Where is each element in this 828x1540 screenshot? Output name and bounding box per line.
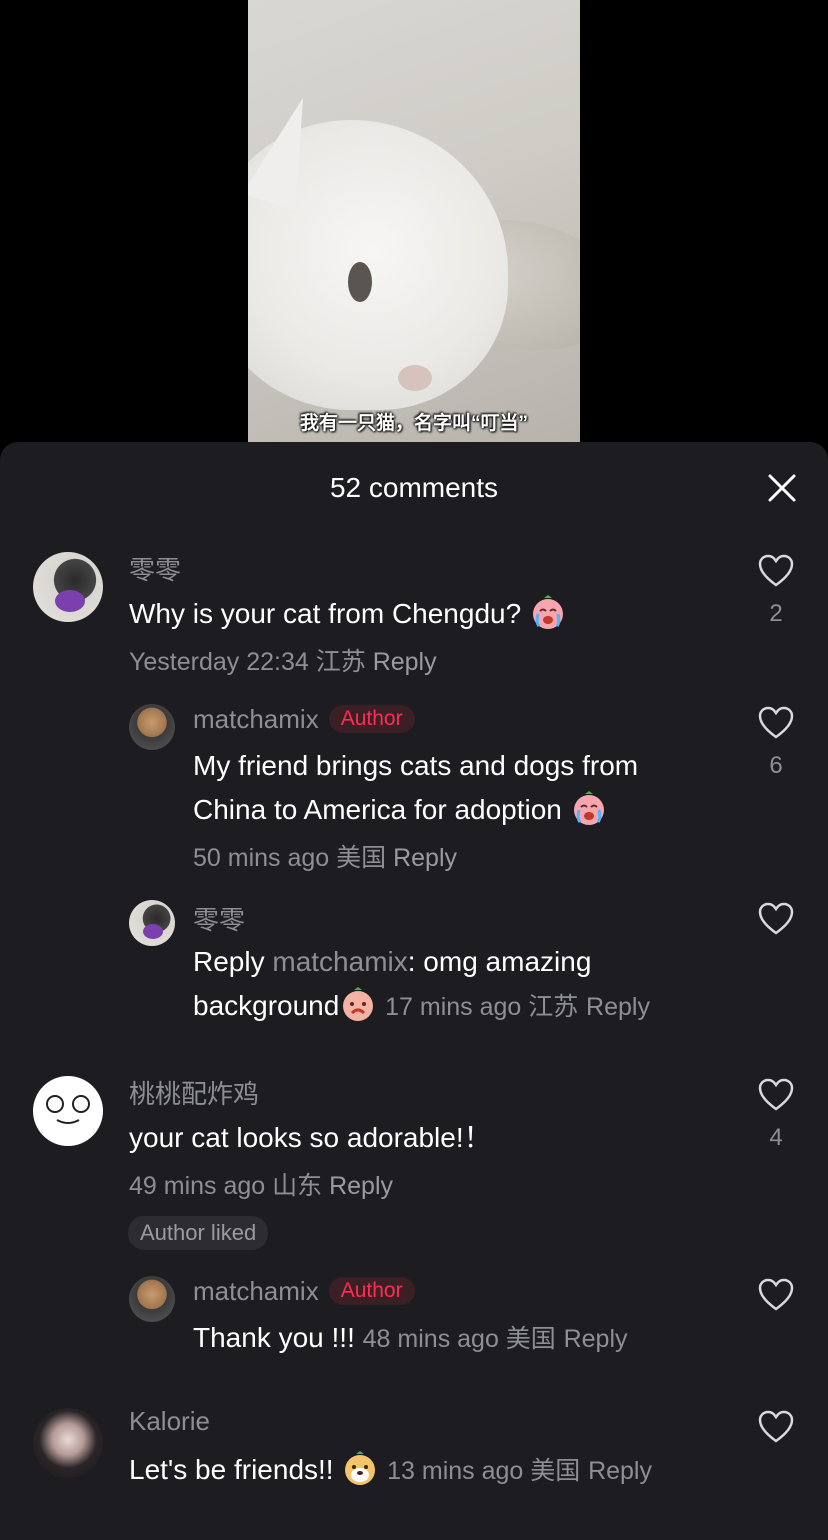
avatar-detail bbox=[143, 924, 163, 939]
comment-timestamp: Yesterday 22:34 江苏 bbox=[129, 648, 366, 676]
reply-text-line: My friend brings cats and dogs from bbox=[193, 750, 639, 781]
comment-timestamp: 49 mins ago 山东 bbox=[129, 1172, 323, 1200]
crying-face-emoji bbox=[532, 595, 563, 629]
like-count: 6 bbox=[769, 752, 783, 779]
reply-button[interactable]: Reply bbox=[393, 844, 457, 872]
avatar[interactable] bbox=[33, 552, 103, 622]
comment-text: your cat looks so adorable!！ bbox=[129, 1122, 492, 1153]
reply-timestamp: 17 mins ago 江苏 bbox=[385, 993, 579, 1021]
comment-meta: 49 mins ago 山东 Reply bbox=[129, 1166, 393, 1202]
reply-timestamp: 48 mins ago 美国 bbox=[362, 1325, 556, 1353]
avatar-detail bbox=[55, 590, 85, 612]
heart-outline-icon[interactable] bbox=[758, 902, 794, 936]
reply-username-text[interactable]: matchamix bbox=[193, 704, 319, 734]
author-liked-tag: Author liked bbox=[128, 1216, 269, 1250]
crying-face-emoji bbox=[573, 791, 604, 825]
reply-username: matchamix Author bbox=[193, 704, 415, 735]
avatar[interactable] bbox=[33, 1408, 103, 1478]
reply-text-body: : omg amazing bbox=[407, 946, 592, 977]
reply-timestamp: 50 mins ago 美国 bbox=[193, 844, 387, 872]
avatar-face bbox=[46, 1095, 90, 1124]
reply-text-body: Thank you !!! bbox=[193, 1322, 355, 1353]
avatar[interactable] bbox=[129, 1276, 175, 1322]
reply-button[interactable]: Reply bbox=[588, 1457, 652, 1485]
reply-text-line-body: background bbox=[193, 990, 340, 1021]
heart-outline-icon[interactable] bbox=[758, 554, 794, 588]
avatar[interactable] bbox=[129, 704, 175, 750]
reply-text: My friend brings cats and dogs from Chin… bbox=[193, 744, 638, 832]
comment-text: Let's be friends!! 13 mins ago 美国 Reply bbox=[129, 1448, 652, 1493]
heart-outline-icon[interactable] bbox=[758, 706, 794, 740]
comment-meta: Yesterday 22:34 江苏 Reply bbox=[129, 642, 437, 678]
reply-button[interactable]: Reply bbox=[586, 993, 650, 1021]
comment-text: Why is your cat from Chengdu? bbox=[129, 592, 567, 636]
video-cat-nose bbox=[398, 365, 432, 391]
avatar[interactable] bbox=[129, 900, 175, 946]
comments-count-title: 52 comments bbox=[329, 472, 499, 503]
reply-text: Reply matchamix: omg amazing background … bbox=[193, 940, 650, 1029]
video-player[interactable]: 我有一只猫，名字叫“叮当” bbox=[248, 0, 580, 442]
reply-to-username[interactable]: matchamix bbox=[272, 946, 407, 977]
reply-prefix: Reply bbox=[193, 946, 265, 977]
reply-button[interactable]: Reply bbox=[564, 1325, 628, 1353]
heart-outline-icon[interactable] bbox=[758, 1278, 794, 1312]
like-count: 2 bbox=[769, 600, 783, 627]
video-cat-eye bbox=[348, 262, 372, 302]
reply-text-line-body: China to America for adoption bbox=[193, 794, 562, 825]
reply-username-text[interactable]: matchamix bbox=[193, 1276, 319, 1306]
reply-button[interactable]: Reply bbox=[329, 1172, 393, 1200]
author-badge: Author bbox=[328, 705, 415, 733]
author-badge: Author bbox=[328, 1277, 415, 1305]
like-count: 4 bbox=[769, 1124, 783, 1151]
comments-sheet: 52 comments 零零 Why is your cat from Chen… bbox=[0, 442, 828, 1540]
comment-text-body: Why is your cat from Chengdu? bbox=[129, 598, 522, 629]
comment-text-body: Let's be friends!! bbox=[129, 1454, 334, 1485]
comment-username[interactable]: 零零 bbox=[129, 550, 181, 587]
reply-text-line: Reply matchamix: omg amazing bbox=[193, 940, 650, 984]
avatar[interactable] bbox=[33, 1076, 103, 1146]
heart-outline-icon[interactable] bbox=[758, 1078, 794, 1112]
reply-meta: 50 mins ago 美国 Reply bbox=[193, 838, 457, 874]
comment-username[interactable]: Kalorie bbox=[129, 1406, 210, 1437]
dog-face-emoji bbox=[345, 1451, 376, 1485]
comment-username[interactable]: 桃桃配炸鸡 bbox=[129, 1074, 259, 1111]
shy-face-emoji bbox=[343, 987, 374, 1021]
close-icon[interactable] bbox=[764, 470, 800, 506]
comment-timestamp: 13 mins ago 美国 bbox=[387, 1457, 581, 1485]
reply-username: matchamix Author bbox=[193, 1276, 415, 1307]
reply-text-line-2: China to America for adoption bbox=[193, 788, 638, 832]
reply-username[interactable]: 零零 bbox=[193, 900, 245, 937]
reply-button[interactable]: Reply bbox=[373, 648, 437, 676]
reply-text: Thank you !!! 48 mins ago 美国 Reply bbox=[193, 1316, 628, 1361]
reply-text-line-2: background 17 mins ago 江苏 Reply bbox=[193, 984, 650, 1029]
heart-outline-icon[interactable] bbox=[758, 1410, 794, 1444]
video-subtitle: 我有一只猫，名字叫“叮当” bbox=[299, 413, 528, 434]
